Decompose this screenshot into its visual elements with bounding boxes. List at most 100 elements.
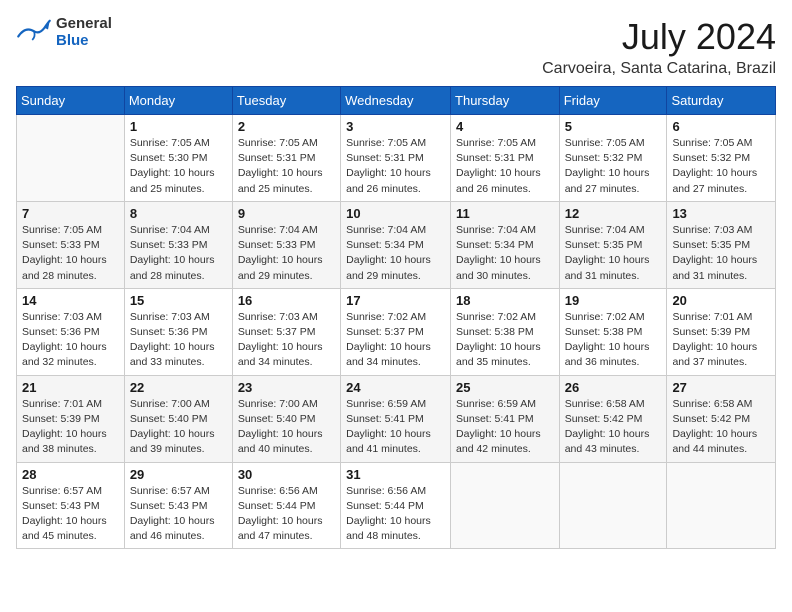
calendar-week-row: 21 Sunrise: 7:01 AMSunset: 5:39 PMDayligh… [17, 375, 776, 462]
calendar-cell: 1 Sunrise: 7:05 AMSunset: 5:30 PMDaylight… [124, 115, 232, 202]
day-number: 9 [238, 206, 335, 221]
calendar-cell: 14 Sunrise: 7:03 AMSunset: 5:36 PMDayligh… [17, 288, 125, 375]
calendar-week-row: 7 Sunrise: 7:05 AMSunset: 5:33 PMDaylight… [17, 201, 776, 288]
calendar-cell: 11Sunrise: 7:04 AMSunset: 5:34 PMDayligh… [451, 201, 560, 288]
day-number: 24 [346, 380, 445, 395]
calendar-table: SundayMondayTuesdayWednesdayThursdayFrid… [16, 86, 776, 549]
day-info: Sunrise: 6:57 AMSunset: 5:43 PMDaylight:… [130, 484, 227, 545]
calendar-cell: 4 Sunrise: 7:05 AMSunset: 5:31 PMDaylight… [451, 115, 560, 202]
location-subtitle: Carvoeira, Santa Catarina, Brazil [542, 60, 776, 78]
day-number: 5 [565, 119, 662, 134]
calendar-cell: 23 Sunrise: 7:00 AMSunset: 5:40 PMDayligh… [232, 375, 340, 462]
calendar-cell: 13Sunrise: 7:03 AMSunset: 5:35 PMDayligh… [667, 201, 776, 288]
day-number: 17 [346, 293, 445, 308]
calendar-cell: 24 Sunrise: 6:59 AMSunset: 5:41 PMDayligh… [341, 375, 451, 462]
calendar-week-row: 14 Sunrise: 7:03 AMSunset: 5:36 PMDayligh… [17, 288, 776, 375]
day-info: Sunrise: 7:04 AMSunset: 5:33 PMDaylight:… [130, 223, 227, 284]
day-number: 26 [565, 380, 662, 395]
calendar-cell: 10 Sunrise: 7:04 AMSunset: 5:34 PMDayligh… [341, 201, 451, 288]
calendar-cell: 21 Sunrise: 7:01 AMSunset: 5:39 PMDayligh… [17, 375, 125, 462]
calendar-cell: 26Sunrise: 6:58 AMSunset: 5:42 PMDayligh… [559, 375, 667, 462]
day-number: 28 [22, 467, 119, 482]
weekday-header-monday: Monday [124, 87, 232, 115]
month-year-title: July 2024 [542, 16, 776, 58]
day-info: Sunrise: 6:59 AMSunset: 5:41 PMDaylight:… [346, 397, 445, 458]
day-number: 18 [456, 293, 554, 308]
calendar-week-row: 28 Sunrise: 6:57 AMSunset: 5:43 PMDayligh… [17, 462, 776, 549]
calendar-cell: 29Sunrise: 6:57 AMSunset: 5:43 PMDayligh… [124, 462, 232, 549]
calendar-cell [17, 115, 125, 202]
calendar-cell: 9 Sunrise: 7:04 AMSunset: 5:33 PMDaylight… [232, 201, 340, 288]
day-info: Sunrise: 6:59 AMSunset: 5:41 PMDaylight:… [456, 397, 554, 458]
day-info: Sunrise: 7:04 AMSunset: 5:34 PMDaylight:… [346, 223, 445, 284]
day-number: 25 [456, 380, 554, 395]
calendar-cell [451, 462, 560, 549]
calendar-cell: 19Sunrise: 7:02 AMSunset: 5:38 PMDayligh… [559, 288, 667, 375]
calendar-cell: 30 Sunrise: 6:56 AMSunset: 5:44 PMDayligh… [232, 462, 340, 549]
calendar-week-row: 1 Sunrise: 7:05 AMSunset: 5:30 PMDaylight… [17, 115, 776, 202]
day-info: Sunrise: 7:03 AMSunset: 5:36 PMDaylight:… [130, 310, 227, 371]
day-number: 4 [456, 119, 554, 134]
day-number: 2 [238, 119, 335, 134]
calendar-cell: 25 Sunrise: 6:59 AMSunset: 5:41 PMDayligh… [451, 375, 560, 462]
day-info: Sunrise: 7:02 AMSunset: 5:37 PMDaylight:… [346, 310, 445, 371]
day-info: Sunrise: 7:05 AMSunset: 5:31 PMDaylight:… [238, 136, 335, 197]
calendar-cell: 20 Sunrise: 7:01 AMSunset: 5:39 PMDayligh… [667, 288, 776, 375]
day-info: Sunrise: 7:01 AMSunset: 5:39 PMDaylight:… [672, 310, 770, 371]
day-number: 6 [672, 119, 770, 134]
day-number: 1 [130, 119, 227, 134]
calendar-cell: 31Sunrise: 6:56 AMSunset: 5:44 PMDayligh… [341, 462, 451, 549]
day-number: 30 [238, 467, 335, 482]
calendar-cell: 6Sunrise: 7:05 AMSunset: 5:32 PMDaylight… [667, 115, 776, 202]
day-info: Sunrise: 7:05 AMSunset: 5:30 PMDaylight:… [130, 136, 227, 197]
day-number: 3 [346, 119, 445, 134]
day-info: Sunrise: 7:03 AMSunset: 5:36 PMDaylight:… [22, 310, 119, 371]
weekday-header-thursday: Thursday [451, 87, 560, 115]
calendar-cell: 12 Sunrise: 7:04 AMSunset: 5:35 PMDayligh… [559, 201, 667, 288]
day-number: 7 [22, 206, 119, 221]
calendar-cell: 2 Sunrise: 7:05 AMSunset: 5:31 PMDaylight… [232, 115, 340, 202]
day-info: Sunrise: 7:05 AMSunset: 5:31 PMDaylight:… [456, 136, 554, 197]
day-number: 21 [22, 380, 119, 395]
calendar-cell: 22Sunrise: 7:00 AMSunset: 5:40 PMDayligh… [124, 375, 232, 462]
day-number: 20 [672, 293, 770, 308]
weekday-header-sunday: Sunday [17, 87, 125, 115]
day-info: Sunrise: 7:05 AMSunset: 5:32 PMDaylight:… [565, 136, 662, 197]
day-number: 12 [565, 206, 662, 221]
calendar-cell: 5 Sunrise: 7:05 AMSunset: 5:32 PMDaylight… [559, 115, 667, 202]
day-info: Sunrise: 7:00 AMSunset: 5:40 PMDaylight:… [238, 397, 335, 458]
day-info: Sunrise: 6:56 AMSunset: 5:44 PMDaylight:… [238, 484, 335, 545]
day-number: 19 [565, 293, 662, 308]
calendar-cell [667, 462, 776, 549]
logo: General Blue [16, 16, 112, 49]
weekday-header-tuesday: Tuesday [232, 87, 340, 115]
day-info: Sunrise: 6:57 AMSunset: 5:43 PMDaylight:… [22, 484, 119, 545]
day-number: 15 [130, 293, 227, 308]
weekday-header-wednesday: Wednesday [341, 87, 451, 115]
calendar-cell: 17 Sunrise: 7:02 AMSunset: 5:37 PMDayligh… [341, 288, 451, 375]
day-info: Sunrise: 7:05 AMSunset: 5:31 PMDaylight:… [346, 136, 445, 197]
day-number: 14 [22, 293, 119, 308]
day-number: 11 [456, 206, 554, 221]
day-number: 13 [672, 206, 770, 221]
day-info: Sunrise: 7:04 AMSunset: 5:33 PMDaylight:… [238, 223, 335, 284]
day-number: 22 [130, 380, 227, 395]
weekday-header-row: SundayMondayTuesdayWednesdayThursdayFrid… [17, 87, 776, 115]
day-info: Sunrise: 7:01 AMSunset: 5:39 PMDaylight:… [22, 397, 119, 458]
title-block: July 2024 Carvoeira, Santa Catarina, Bra… [542, 16, 776, 78]
day-info: Sunrise: 6:56 AMSunset: 5:44 PMDaylight:… [346, 484, 445, 545]
calendar-cell: 15 Sunrise: 7:03 AMSunset: 5:36 PMDayligh… [124, 288, 232, 375]
day-number: 8 [130, 206, 227, 221]
calendar-cell: 16Sunrise: 7:03 AMSunset: 5:37 PMDayligh… [232, 288, 340, 375]
calendar-cell [559, 462, 667, 549]
day-info: Sunrise: 7:03 AMSunset: 5:37 PMDaylight:… [238, 310, 335, 371]
day-info: Sunrise: 7:02 AMSunset: 5:38 PMDaylight:… [456, 310, 554, 371]
day-number: 23 [238, 380, 335, 395]
day-info: Sunrise: 7:04 AMSunset: 5:35 PMDaylight:… [565, 223, 662, 284]
calendar-cell: 8 Sunrise: 7:04 AMSunset: 5:33 PMDaylight… [124, 201, 232, 288]
day-info: Sunrise: 7:05 AMSunset: 5:33 PMDaylight:… [22, 223, 119, 284]
day-info: Sunrise: 6:58 AMSunset: 5:42 PMDaylight:… [672, 397, 770, 458]
page-header: General Blue July 2024 Carvoeira, Santa … [16, 16, 776, 78]
weekday-header-friday: Friday [559, 87, 667, 115]
day-number: 10 [346, 206, 445, 221]
